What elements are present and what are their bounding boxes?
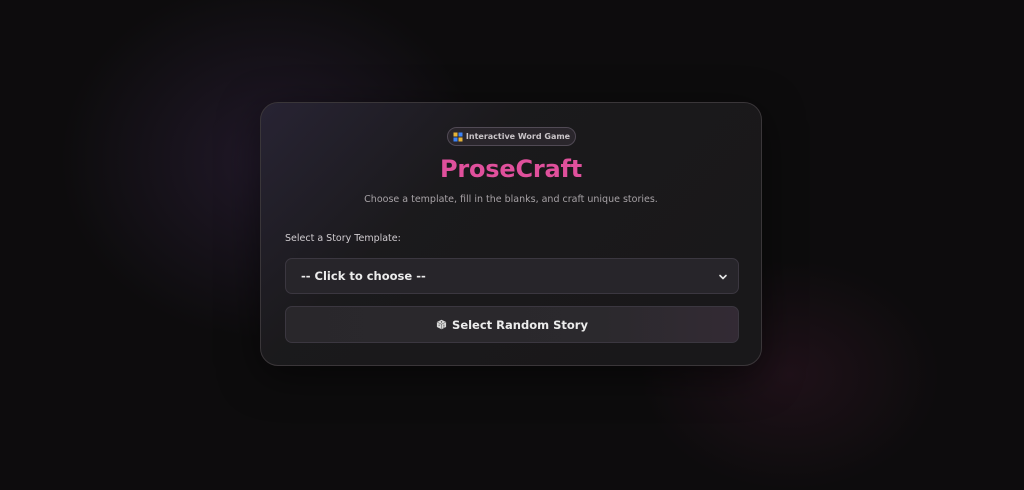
template-select-label: Select a Story Template: — [285, 233, 401, 244]
select-value: -- Click to choose -- — [301, 269, 426, 283]
app-title: ProseCraft — [439, 155, 583, 183]
random-button-label: Select Random Story — [452, 317, 588, 332]
story-template-select[interactable]: -- Click to choose -- — [285, 258, 739, 294]
chevron-down-icon — [718, 271, 728, 281]
story-picker-card: Interactive Word Game ProseCraft Choose … — [260, 102, 762, 366]
select-random-story-button[interactable]: Select Random Story — [285, 306, 739, 343]
badge-text: Interactive Word Game — [465, 132, 571, 141]
app-subtitle: Choose a template, fill in the blanks, a… — [364, 194, 658, 205]
puzzle-icon — [453, 132, 463, 142]
game-badge: Interactive Word Game — [447, 127, 576, 146]
dice-icon — [436, 319, 447, 330]
